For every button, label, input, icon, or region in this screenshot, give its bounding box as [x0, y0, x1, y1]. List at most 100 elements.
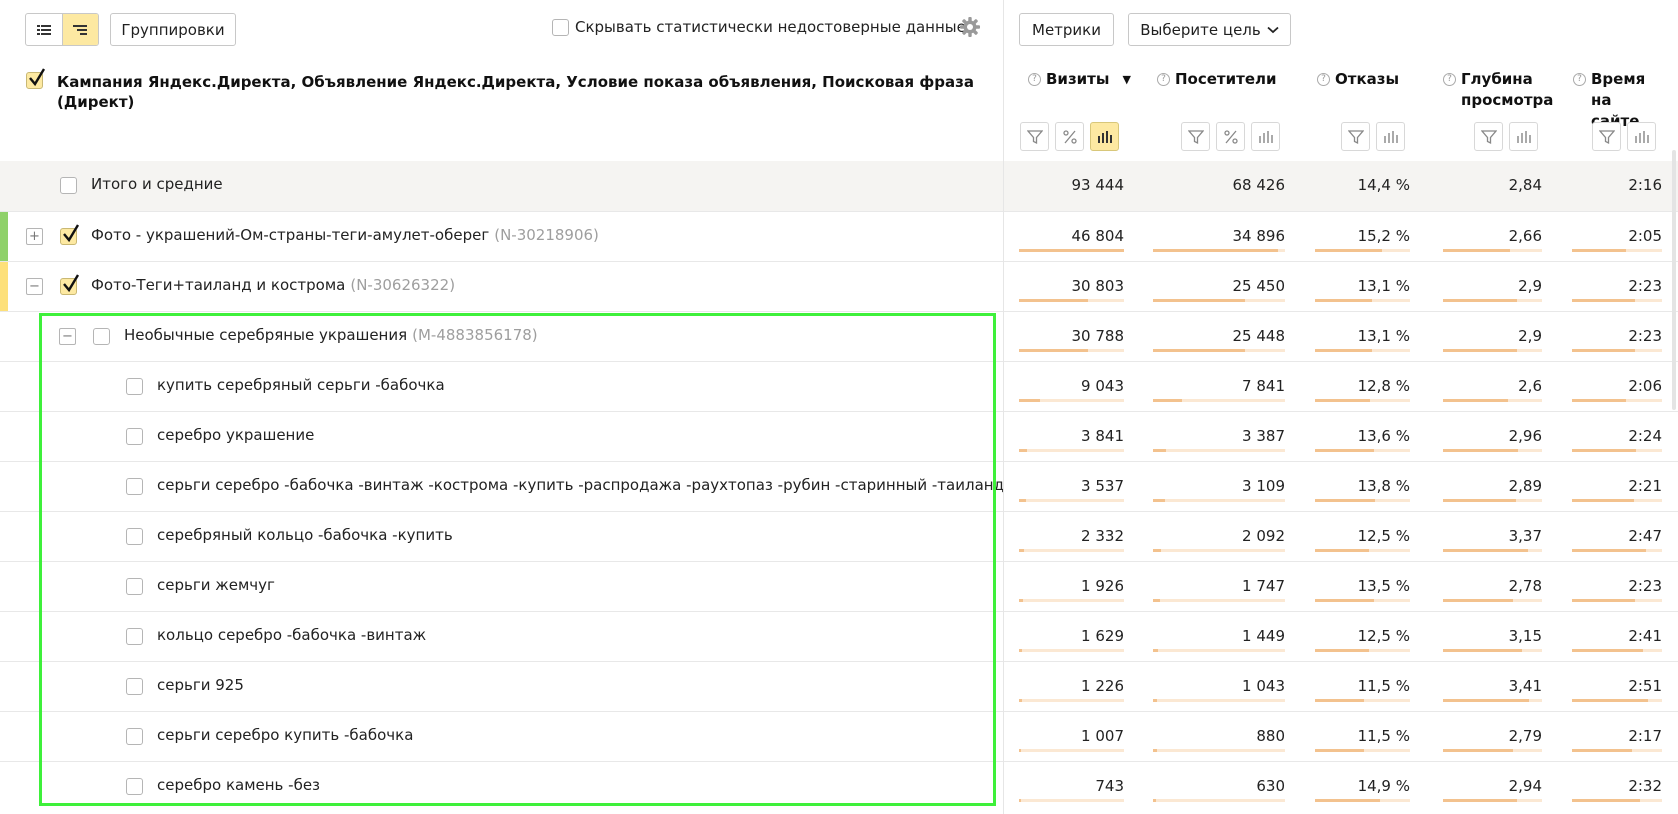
value-bar-fill — [1019, 499, 1027, 502]
filter-button[interactable] — [1341, 122, 1370, 151]
value-bar-fill — [1153, 399, 1183, 402]
goal-select[interactable]: Выберите цель — [1128, 13, 1291, 46]
cell-value: 11,5 % — [1357, 677, 1410, 695]
cell-value: 14,9 % — [1357, 777, 1410, 795]
chart-button[interactable] — [1627, 122, 1656, 151]
chart-button[interactable] — [1376, 122, 1405, 151]
value-bar — [1153, 749, 1285, 752]
cell-value: 13,8 % — [1357, 477, 1410, 495]
row-label[interactable]: Итого и средние — [91, 175, 223, 193]
cell-value: 2,78 — [1508, 577, 1542, 595]
row-label[interactable]: серьги 925 — [157, 676, 249, 694]
filter-button[interactable] — [1020, 122, 1049, 151]
tree-view-button[interactable] — [61, 14, 98, 45]
cell-value: 13,1 % — [1357, 327, 1410, 345]
row-checkbox[interactable] — [126, 478, 143, 495]
row-label[interactable]: серебро камень -без — [157, 776, 325, 794]
collapse-icon[interactable]: − — [59, 328, 76, 345]
row-label-text: серьги жемчуг — [157, 576, 275, 594]
help-icon[interactable]: ? — [1317, 73, 1330, 86]
row-checkbox[interactable] — [60, 177, 77, 194]
row-label[interactable]: кольцо серебро -бабочка -винтаж — [157, 626, 431, 644]
value-bar-fill — [1019, 249, 1124, 252]
row-label[interactable]: Фото-Теги+таиланд и кострома (N-30626322) — [91, 276, 455, 294]
hide-stat-checkbox[interactable]: Скрывать статистически недостоверные дан… — [552, 18, 966, 36]
table-row[interactable]: − Необычные серебряные украшения (M-488385… — [0, 311, 1678, 361]
chart-button[interactable] — [1090, 122, 1119, 151]
scrollbar[interactable] — [1672, 150, 1676, 410]
table-row[interactable]: + Фото - украшений-Ом-страны-теги-амулет-… — [0, 211, 1678, 261]
chart-button[interactable] — [1509, 122, 1538, 151]
value-bar — [1443, 599, 1542, 602]
row-label[interactable]: купить серебряный серьги -бабочка — [157, 376, 450, 394]
table-row[interactable]: серебро украшение 3 841 3 387 13,6 % 2,96 2:2… — [0, 411, 1678, 461]
row-label[interactable]: Фото - украшений-Ом-страны-теги-амулет-о… — [91, 226, 599, 244]
check-icon — [63, 224, 80, 243]
cell-value: 25 450 — [1232, 277, 1286, 295]
list-view-button[interactable] — [26, 14, 62, 45]
help-icon[interactable]: ? — [1028, 73, 1041, 86]
filter-button[interactable] — [1592, 122, 1621, 151]
row-checkbox[interactable] — [126, 778, 143, 795]
help-icon[interactable]: ? — [1443, 73, 1456, 86]
value-bar — [1443, 399, 1542, 402]
percent-button[interactable] — [1216, 122, 1245, 151]
grouping-select-all-checkbox[interactable] — [26, 68, 46, 89]
row-checkbox[interactable] — [60, 274, 80, 295]
cell-value: 2 092 — [1242, 527, 1285, 545]
row-checkbox[interactable] — [60, 224, 80, 245]
value-bar-fill — [1572, 399, 1626, 402]
table-row[interactable]: серьги 925 1 226 1 043 11,5 % 3,41 2:51 — [0, 661, 1678, 711]
value-bar-fill — [1315, 749, 1365, 752]
row-checkbox[interactable] — [126, 628, 143, 645]
table-row[interactable]: − Фото-Теги+таиланд и кострома (N-30626322… — [0, 261, 1678, 311]
row-label[interactable]: серьги жемчуг — [157, 576, 280, 594]
cell-value: 1 629 — [1081, 627, 1124, 645]
row-label[interactable]: серебро украшение — [157, 426, 319, 444]
row-checkbox[interactable] — [126, 428, 143, 445]
percent-button[interactable] — [1055, 122, 1084, 151]
column-header-visitors[interactable]: ? Посетители — [1157, 69, 1277, 90]
row-id: (N-30626322) — [350, 276, 456, 294]
help-icon[interactable]: ? — [1573, 73, 1586, 86]
gear-icon[interactable] — [959, 16, 981, 38]
row-checkbox[interactable] — [126, 678, 143, 695]
row-label[interactable]: серебряный кольцо -бабочка -купить — [157, 526, 458, 544]
table-row[interactable]: купить серебряный серьги -бабочка 9 043 7 … — [0, 361, 1678, 411]
metrics-button[interactable]: Метрики — [1019, 13, 1114, 46]
filter-button[interactable] — [1474, 122, 1503, 151]
groupings-button[interactable]: Группировки — [110, 13, 236, 46]
value-bar-fill — [1572, 449, 1636, 452]
row-checkbox[interactable] — [126, 378, 143, 395]
table-row[interactable]: кольцо серебро -бабочка -винтаж 1 629 1 44… — [0, 611, 1678, 661]
column-header-visits[interactable]: ? Визиты ▼ — [1028, 69, 1131, 90]
column-header-depth[interactable]: ? Глубина просмотра — [1443, 69, 1553, 111]
table-row[interactable]: серебро камень -без 743 630 14,9 % 2,94 2:32 — [0, 761, 1678, 811]
value-bar-fill — [1443, 449, 1519, 452]
row-checkbox[interactable] — [126, 728, 143, 745]
column-header-bounces[interactable]: ? Отказы — [1317, 69, 1399, 90]
value-bar — [1572, 699, 1662, 702]
row-checkbox[interactable] — [126, 578, 143, 595]
value-bar-fill — [1572, 799, 1640, 802]
value-bar — [1019, 449, 1124, 452]
table-row[interactable]: серьги серебро купить -бабочка 1 007 880 11… — [0, 711, 1678, 761]
expand-icon[interactable]: + — [26, 228, 43, 245]
table-row[interactable]: серьги жемчуг 1 926 1 747 13,5 % 2,78 2:23 — [0, 561, 1678, 611]
totals-row[interactable]: Итого и средние 93 444 68 426 14,4 % 2,84 2:1… — [0, 161, 1678, 211]
chevron-down-icon — [1267, 26, 1279, 33]
row-checkbox[interactable] — [126, 528, 143, 545]
table-row[interactable]: серьги серебро -бабочка -винтаж -костром… — [0, 461, 1678, 511]
filter-button[interactable] — [1181, 122, 1210, 151]
table-row[interactable]: серебряный кольцо -бабочка -купить 2 332 2… — [0, 511, 1678, 561]
value-bar — [1019, 599, 1124, 602]
chart-button[interactable] — [1251, 122, 1280, 151]
help-icon[interactable]: ? — [1157, 73, 1170, 86]
row-label[interactable]: Необычные серебряные украшения (M-4883856… — [124, 326, 538, 344]
row-label[interactable]: серьги серебро купить -бабочка — [157, 726, 418, 744]
row-label[interactable]: серьги серебро -бабочка -винтаж -костром… — [157, 476, 1009, 494]
row-checkbox[interactable] — [93, 328, 110, 345]
hide-stat-checkbox-box[interactable] — [552, 18, 569, 36]
value-bar — [1019, 349, 1124, 352]
collapse-icon[interactable]: − — [26, 278, 43, 295]
